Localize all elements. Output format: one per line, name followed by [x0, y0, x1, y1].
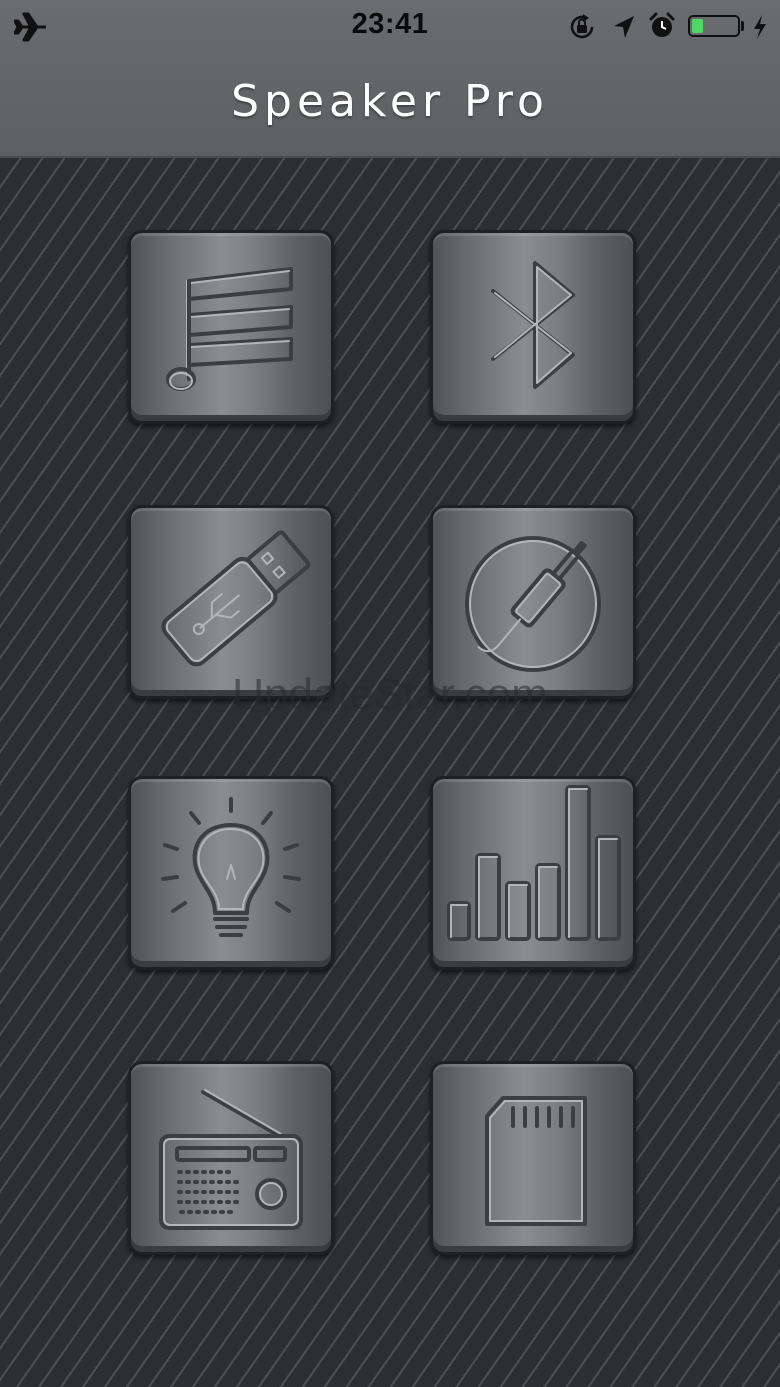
main-menu: UpdateStar.com	[0, 158, 780, 1387]
aux-tile-button[interactable]	[430, 505, 636, 699]
light-bulb-icon	[161, 797, 301, 937]
light-tile-button[interactable]	[128, 776, 334, 970]
battery-tip	[741, 21, 744, 31]
rotation-lock-icon	[570, 14, 594, 39]
charging-bolt-icon	[754, 15, 766, 39]
music-notes-icon	[166, 267, 293, 391]
sd-card-tile-button[interactable]	[430, 1061, 636, 1255]
top-bar: 23:41 Speaker Pro	[0, 0, 780, 158]
radio-icon	[159, 1089, 303, 1230]
equalizer-tile-button[interactable]	[430, 776, 636, 970]
usb-tile-button[interactable]	[128, 505, 334, 699]
watermark-text: UpdateStar.com	[232, 670, 548, 719]
radio-tile-button[interactable]	[128, 1061, 334, 1255]
battery-fill	[692, 19, 703, 33]
app-title: Speaker Pro	[231, 76, 549, 127]
bluetooth-tile-button[interactable]	[430, 230, 636, 424]
app-screen: 23:41 Speaker Pro UpdateStar.com	[0, 0, 780, 1387]
music-tile-button[interactable]	[128, 230, 334, 424]
status-bar: 23:41	[0, 0, 780, 54]
equalizer-bars-icon	[447, 785, 621, 941]
alarm-icon	[649, 12, 675, 37]
aux-jack-icon	[465, 536, 601, 672]
usb-drive-icon	[161, 530, 311, 667]
location-arrow-icon	[614, 16, 634, 38]
bluetooth-icon	[491, 261, 575, 389]
battery-icon	[688, 15, 740, 37]
sd-card-icon	[485, 1096, 587, 1226]
